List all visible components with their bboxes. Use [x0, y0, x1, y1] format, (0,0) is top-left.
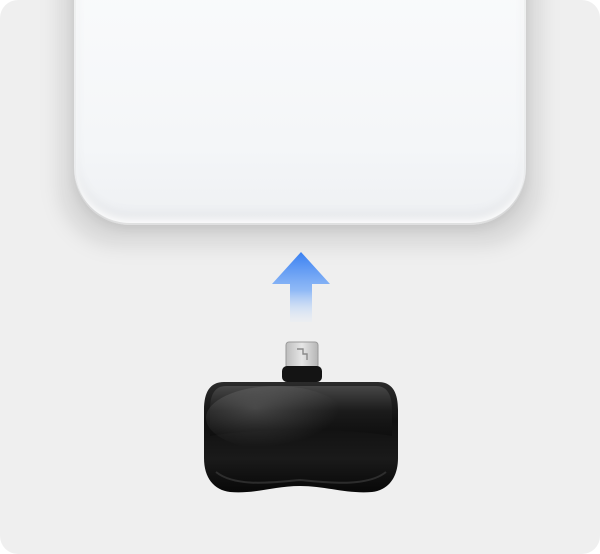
phone-bottom — [74, 0, 526, 225]
usb-dongle-icon — [204, 341, 398, 493]
micro-usb-connector-icon — [282, 341, 322, 382]
arrow-up-icon — [272, 252, 330, 322]
instruction-illustration — [0, 0, 600, 554]
